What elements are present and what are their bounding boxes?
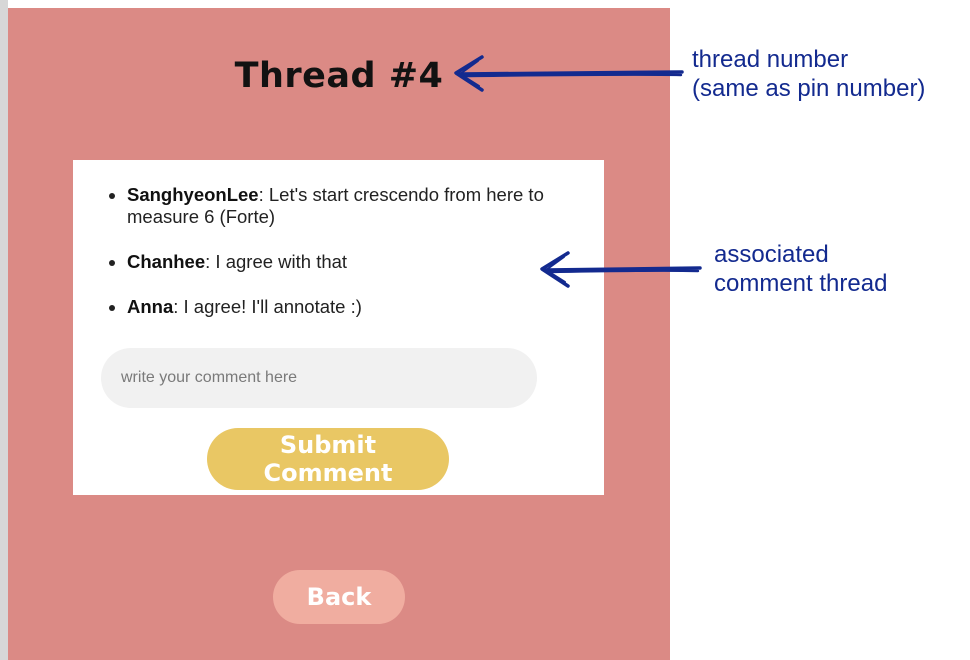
submit-comment-button[interactable]: Submit Comment [207, 428, 449, 490]
thread-number-arrow-icon [454, 55, 684, 92]
comment-author: Chanhee [127, 251, 206, 272]
comment-thread-card: SanghyeonLee: Let's start crescendo from… [73, 160, 604, 495]
comment-separator: : [258, 184, 269, 205]
comment-author: Anna [127, 296, 174, 317]
comment-item: SanghyeonLee: Let's start crescendo from… [127, 184, 604, 228]
comment-thread-annotation: associated comment thread [714, 240, 887, 298]
comment-text: I agree! I'll annotate :) [183, 296, 362, 317]
comment-separator: : [205, 251, 216, 272]
top-edge-gap [8, 0, 670, 8]
comment-thread-arrow-icon [540, 251, 702, 288]
comment-input[interactable] [101, 348, 537, 408]
comment-item: Anna: I agree! I'll annotate :) [127, 296, 604, 318]
comment-text: I agree with that [215, 251, 348, 272]
annotation-line: comment thread [714, 270, 888, 297]
comment-list: SanghyeonLee: Let's start crescendo from… [73, 184, 604, 341]
annotation-line: thread number [692, 46, 849, 73]
thread-number-annotation: thread number (same as pin number) [692, 45, 925, 103]
comment-author: SanghyeonLee [127, 184, 259, 205]
thread-panel: Thread #4 SanghyeonLee: Let's start cres… [8, 8, 670, 660]
comment-separator: : [173, 296, 184, 317]
back-button[interactable]: Back [273, 570, 405, 624]
left-edge-divider [0, 0, 8, 660]
comment-item: Chanhee: I agree with that [127, 251, 604, 273]
annotation-line: (same as pin number) [692, 75, 926, 102]
annotation-line: associated [714, 241, 829, 268]
